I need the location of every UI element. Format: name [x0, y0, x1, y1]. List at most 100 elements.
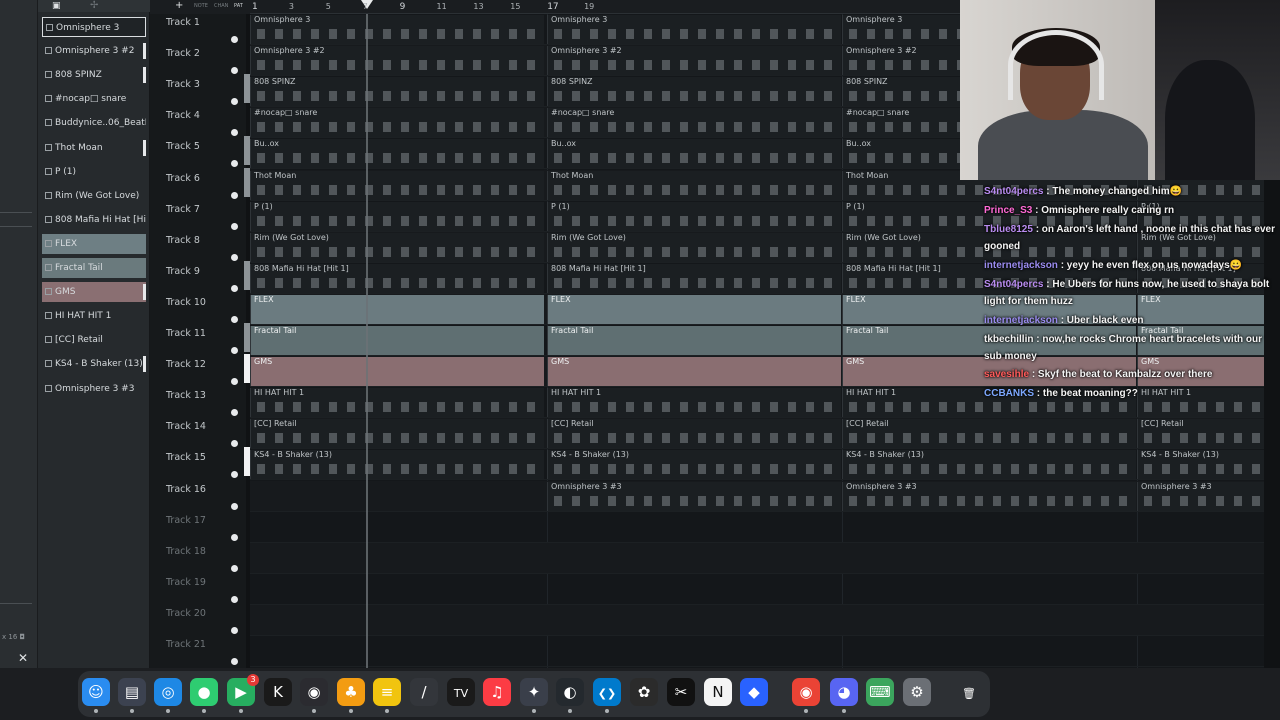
- track-label[interactable]: Track 21: [166, 639, 206, 650]
- safari-icon[interactable]: ◎: [154, 678, 182, 713]
- chat-username[interactable]: S4nt04percs: [984, 279, 1043, 290]
- track-label[interactable]: Track 12: [166, 359, 206, 370]
- playlist-lane[interactable]: [250, 542, 1264, 574]
- track-mute-led[interactable]: [231, 440, 238, 448]
- channel-row[interactable]: P (1): [42, 162, 146, 182]
- messages-icon[interactable]: ●: [190, 678, 218, 713]
- track-label[interactable]: Track 16: [166, 484, 206, 495]
- track-mute-led[interactable]: [231, 315, 238, 323]
- pattern-clip[interactable]: 808 SPINZ: [547, 77, 841, 107]
- track-label[interactable]: Track 9: [166, 266, 200, 277]
- chat-username[interactable]: CCBANKS: [984, 388, 1034, 399]
- playlist-lane[interactable]: [250, 574, 1264, 605]
- channel-row[interactable]: Fractal Tail: [42, 258, 146, 278]
- pattern-clip[interactable]: Bu..ox: [250, 139, 544, 169]
- keyboard-app-icon[interactable]: ⌨: [866, 678, 894, 706]
- track-label[interactable]: Track 4: [166, 110, 200, 121]
- track-label[interactable]: Track 8: [166, 235, 200, 246]
- track-mute-led[interactable]: [231, 409, 238, 417]
- pattern-clip[interactable]: [CC] Retail: [547, 419, 841, 449]
- pattern-clip[interactable]: Omnisphere 3 #3: [1137, 481, 1264, 511]
- track-label[interactable]: Track 7: [166, 204, 200, 215]
- channel-row[interactable]: Rim (We Got Love): [42, 186, 146, 206]
- track-label[interactable]: Track 2: [166, 48, 200, 59]
- github-icon[interactable]: ◐: [556, 678, 584, 713]
- track-label[interactable]: Track 10: [166, 297, 206, 308]
- track-mute-led[interactable]: [231, 98, 238, 106]
- notion-icon[interactable]: N: [704, 678, 732, 706]
- chatgpt-icon[interactable]: ✿: [630, 678, 658, 706]
- pattern-clip[interactable]: #nocap□ snare: [547, 108, 841, 138]
- track-label[interactable]: Track 14: [166, 421, 206, 432]
- pattern-clip[interactable]: Bu..ox: [547, 139, 841, 169]
- playlist-lane[interactable]: [CC] Retail [CC] Retail [CC] Retail [CC] Re…: [250, 418, 1264, 450]
- pattern-clip[interactable]: HI HAT HIT 1: [250, 388, 544, 418]
- files-icon[interactable]: ▤: [118, 678, 146, 713]
- pattern-clip[interactable]: GMS: [547, 357, 841, 387]
- rack-icon[interactable]: ▣: [52, 1, 61, 11]
- pattern-clip[interactable]: [CC] Retail: [1137, 419, 1264, 449]
- browser-panel[interactable]: [0, 0, 38, 668]
- fl-studio-icon[interactable]: ♣: [337, 678, 365, 713]
- pattern-clip[interactable]: P (1): [250, 201, 544, 231]
- toolbar-note[interactable]: NOTE: [194, 3, 208, 9]
- track-mute-led[interactable]: [231, 658, 238, 665]
- pattern-clip[interactable]: FLEX: [250, 294, 544, 324]
- pattern-clip[interactable]: KS4 - B Shaker (13): [250, 450, 544, 480]
- pattern-clip[interactable]: [CC] Retail: [250, 419, 544, 449]
- track-label[interactable]: Track 6: [166, 173, 200, 184]
- channel-row[interactable]: KS4 - B Shaker (13): [42, 354, 146, 374]
- pattern-clip[interactable]: Thot Moan: [547, 170, 841, 200]
- track-mute-led[interactable]: [231, 222, 238, 230]
- track-label[interactable]: Track 19: [166, 577, 206, 588]
- pattern-clip[interactable]: Omnisphere 3: [547, 15, 841, 44]
- track-mute-led[interactable]: [231, 36, 238, 43]
- playhead[interactable]: [366, 14, 368, 668]
- music-icon[interactable]: ♫: [483, 678, 511, 706]
- pattern-clip[interactable]: Omnisphere 3 #2: [547, 46, 841, 76]
- pattern-clip[interactable]: P (1): [547, 201, 841, 231]
- rack-add-icon[interactable]: ✢: [90, 0, 98, 11]
- playlist-lane[interactable]: [250, 636, 1264, 667]
- settings-icon[interactable]: ⚙: [903, 678, 931, 706]
- kick-icon[interactable]: K: [264, 678, 292, 706]
- pattern-clip[interactable]: 808 SPINZ: [250, 77, 544, 107]
- pattern-clip[interactable]: Omnisphere 3 #3: [842, 481, 1136, 511]
- trash-icon[interactable]: 🗑: [955, 678, 983, 706]
- track-mute-led[interactable]: [231, 129, 238, 137]
- notes-icon[interactable]: ≡: [373, 678, 401, 713]
- track-label[interactable]: Track 3: [166, 79, 200, 90]
- pattern-clip[interactable]: 808 Mafia Hi Hat [Hit 1]: [250, 263, 544, 293]
- pattern-clip[interactable]: Fractal Tail: [547, 326, 841, 355]
- pattern-clip[interactable]: Rim (We Got Love): [250, 232, 544, 262]
- pattern-clip[interactable]: HI HAT HIT 1: [547, 388, 841, 418]
- chat-username[interactable]: S4nt04percs: [984, 186, 1043, 197]
- track-mute-led[interactable]: [231, 253, 238, 261]
- track-label[interactable]: Track 11: [166, 328, 206, 339]
- track-mute-led[interactable]: [231, 160, 238, 168]
- pen-icon[interactable]: /: [410, 678, 438, 706]
- track-mute-led[interactable]: [231, 626, 238, 634]
- track-mute-led[interactable]: [231, 595, 238, 603]
- track-mute-led[interactable]: [231, 378, 238, 386]
- davinci-icon[interactable]: ✦: [520, 678, 548, 713]
- pattern-clip[interactable]: FLEX: [547, 294, 841, 324]
- pattern-clip[interactable]: KS4 - B Shaker (13): [547, 450, 841, 480]
- capcut-icon[interactable]: ✂: [667, 678, 695, 706]
- track-mute-led[interactable]: [231, 191, 238, 199]
- channel-row[interactable]: FLEX: [42, 233, 146, 254]
- pattern-clip[interactable]: #nocap□ snare: [250, 108, 544, 138]
- track-mute-led[interactable]: [231, 533, 238, 541]
- channel-row[interactable]: Omnisphere 3 #2: [42, 41, 146, 61]
- chat-username[interactable]: tkbechillin: [984, 334, 1033, 345]
- track-label[interactable]: Track 18: [166, 546, 206, 557]
- track-mute-led[interactable]: [231, 471, 238, 479]
- pattern-clip[interactable]: Omnisphere 3 #2: [250, 46, 544, 76]
- toolbar-pat[interactable]: PAT: [234, 3, 243, 9]
- pattern-clip[interactable]: KS4 - B Shaker (13): [842, 450, 1136, 480]
- track-mute-led[interactable]: [231, 347, 238, 354]
- pattern-clip[interactable]: 808 Mafia Hi Hat [Hit 1]: [547, 263, 841, 293]
- toolbar-chan[interactable]: CHAN: [214, 3, 228, 9]
- playlist-lane[interactable]: [250, 512, 1264, 543]
- channel-row[interactable]: GMS: [42, 282, 146, 303]
